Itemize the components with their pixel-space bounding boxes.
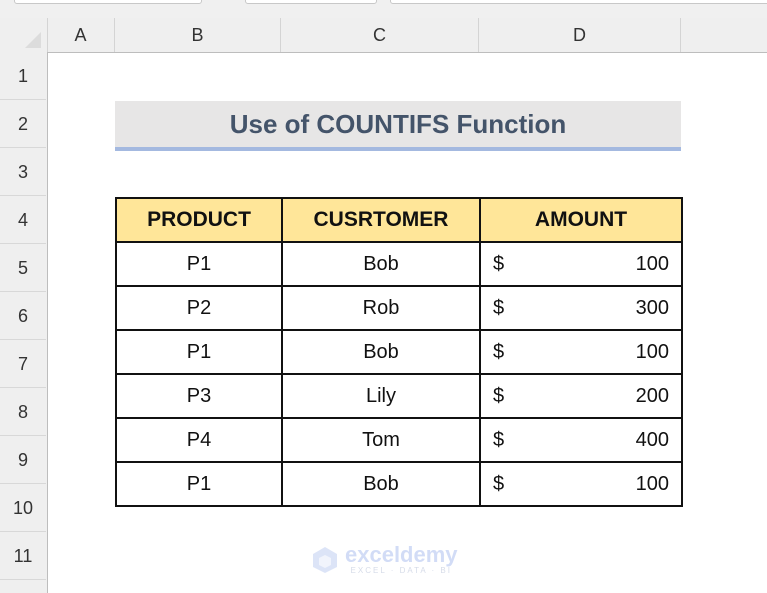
watermark-name: exceldemy — [345, 542, 458, 567]
cell-product[interactable]: P1 — [115, 329, 283, 375]
row-header[interactable]: 1 — [0, 52, 46, 100]
column-header-b[interactable]: B — [115, 18, 281, 52]
amount-value: 100 — [635, 340, 669, 363]
currency-symbol: $ — [493, 296, 505, 319]
row-header[interactable]: 7 — [0, 340, 46, 388]
cell-customer[interactable]: Bob — [281, 241, 481, 287]
table-row: P3 Lily $200 — [115, 373, 683, 419]
exceldemy-logo-icon — [313, 546, 337, 573]
row-header[interactable]: 4 — [0, 196, 46, 244]
formula-controls[interactable] — [245, 0, 377, 4]
currency-symbol: $ — [493, 428, 505, 451]
currency-symbol: $ — [493, 340, 505, 363]
header-customer[interactable]: CUSRTOMER — [281, 197, 481, 243]
select-all-button[interactable] — [0, 18, 48, 52]
column-header-a[interactable]: A — [47, 18, 115, 52]
cell-customer[interactable]: Bob — [281, 329, 481, 375]
table-row: P1 Bob $100 — [115, 241, 683, 287]
watermark-tagline: EXCEL · DATA · BI — [350, 566, 452, 575]
cell-amount[interactable]: $200 — [479, 373, 683, 419]
table-header-row: PRODUCT CUSRTOMER AMOUNT — [115, 197, 683, 243]
column-header-e[interactable] — [681, 18, 767, 52]
cell-product[interactable]: P2 — [115, 285, 283, 331]
formula-bar[interactable] — [390, 0, 767, 4]
header-product[interactable]: PRODUCT — [115, 197, 283, 243]
cell-amount[interactable]: $400 — [479, 417, 683, 463]
currency-symbol: $ — [493, 252, 505, 275]
row-header[interactable]: 3 — [0, 148, 46, 196]
header-amount[interactable]: AMOUNT — [479, 197, 683, 243]
watermark: exceldemy EXCEL · DATA · BI — [311, 544, 458, 575]
cell-amount[interactable]: $100 — [479, 461, 683, 507]
toolbar-strip — [0, 0, 767, 18]
amount-value: 300 — [635, 296, 669, 319]
row-header[interactable]: 2 — [0, 100, 46, 148]
currency-symbol: $ — [493, 384, 505, 407]
cell-amount[interactable]: $300 — [479, 285, 683, 331]
currency-symbol: $ — [493, 472, 505, 495]
table-row: P1 Bob $100 — [115, 329, 683, 375]
cell-customer[interactable]: Tom — [281, 417, 481, 463]
cell-amount[interactable]: $100 — [479, 241, 683, 287]
select-all-triangle-icon — [25, 32, 41, 48]
row-header[interactable]: 10 — [0, 484, 46, 532]
table-row: P4 Tom $400 — [115, 417, 683, 463]
row-header[interactable]: 6 — [0, 292, 46, 340]
cell-product[interactable]: P1 — [115, 461, 283, 507]
sheet-title[interactable]: Use of COUNTIFS Function — [115, 101, 681, 151]
column-header-d[interactable]: D — [479, 18, 681, 52]
cell-amount[interactable]: $100 — [479, 329, 683, 375]
table-row: P2 Rob $300 — [115, 285, 683, 331]
cell-customer[interactable]: Bob — [281, 461, 481, 507]
amount-value: 100 — [635, 252, 669, 275]
column-header-c[interactable]: C — [281, 18, 479, 52]
row-header[interactable]: 11 — [0, 532, 46, 580]
cell-customer[interactable]: Lily — [281, 373, 481, 419]
column-header-bar: A B C D — [0, 18, 767, 53]
amount-value: 400 — [635, 428, 669, 451]
name-box[interactable] — [14, 0, 202, 4]
cell-product[interactable]: P4 — [115, 417, 283, 463]
row-header[interactable]: 9 — [0, 436, 46, 484]
cell-product[interactable]: P1 — [115, 241, 283, 287]
row-header-bar: 1 2 3 4 5 6 7 8 9 10 11 — [0, 52, 48, 593]
row-header[interactable]: 8 — [0, 388, 46, 436]
table-row: P1 Bob $100 — [115, 461, 683, 507]
cell-product[interactable]: P3 — [115, 373, 283, 419]
data-table: PRODUCT CUSRTOMER AMOUNT P1 Bob $100 P2 … — [115, 197, 683, 507]
amount-value: 200 — [635, 384, 669, 407]
row-header[interactable]: 5 — [0, 244, 46, 292]
cell-customer[interactable]: Rob — [281, 285, 481, 331]
amount-value: 100 — [635, 472, 669, 495]
